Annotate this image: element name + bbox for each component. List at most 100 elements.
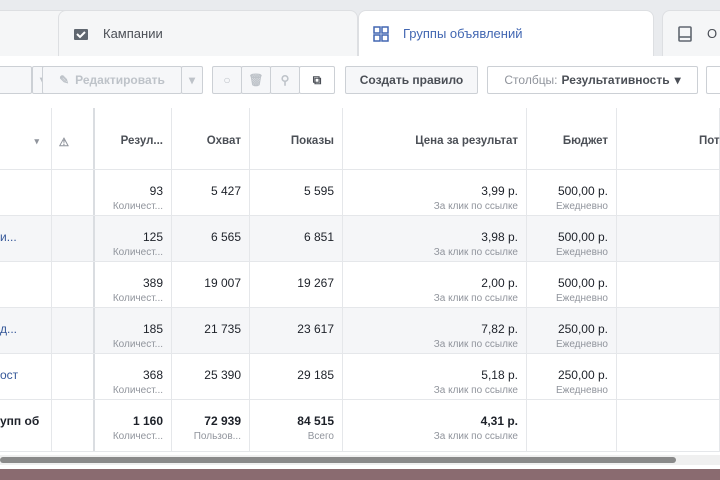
caret-down-icon: ▾ — [188, 73, 196, 87]
ad-set-name-link[interactable]: ост — [0, 368, 18, 382]
toolbar: ▾ ✎ Редактировать ▾ ○ 🗑 ⚲ ⧉ Создать прави… — [0, 56, 720, 108]
cell-potential — [617, 216, 720, 261]
cell-potential — [617, 308, 720, 353]
header-cost-per-result[interactable]: Цена за результат — [343, 108, 527, 169]
cell-subtext: За клик по ссылке — [433, 247, 518, 258]
cell-reach: 72 939 Пользов... — [172, 400, 250, 451]
cell-impressions: 5 595 — [250, 170, 343, 215]
table-row[interactable]: д... 185 Количест... 21 735 23 617 7,82 р. За … — [0, 308, 720, 354]
cell-name: упп об — [0, 400, 52, 451]
ad-set-name-link[interactable]: и... — [0, 230, 17, 244]
cell-subtext: За клик по ссылке — [433, 339, 518, 350]
cell-subtext: Ежедневно — [555, 201, 608, 212]
table-row[interactable]: и... 125 Количест... 6 565 6 851 3,98 р. За кл… — [0, 216, 720, 262]
cell-value: 19 007 — [204, 276, 241, 290]
cell-reach: 21 735 — [172, 308, 250, 353]
header-impressions[interactable]: Показы — [250, 108, 343, 169]
cell-reach: 6 565 — [172, 216, 250, 261]
cell-results: 125 Количест... — [95, 216, 172, 261]
cell-cost-per-result: 4,31 р. За клик по ссылке — [343, 400, 527, 451]
cell-value: 3,99 р. — [481, 184, 518, 198]
edit-dropdown-button[interactable]: ▾ — [181, 66, 203, 94]
cell-value: 2,00 р. — [481, 276, 518, 290]
ab-test-button[interactable]: ⚲ — [270, 66, 300, 94]
columns-value: Результативность — [561, 73, 670, 87]
cell-value: 389 — [142, 276, 163, 290]
edit-button[interactable]: ✎ Редактировать — [42, 66, 182, 94]
cell-value: 6 851 — [303, 230, 334, 244]
cell-value: 93 — [149, 184, 163, 198]
cell-potential — [617, 170, 720, 215]
cell-value: 5 427 — [210, 184, 241, 198]
cell-subtext: За клик по ссылке — [433, 431, 518, 442]
preview-button[interactable]: ⧉ — [299, 66, 335, 94]
cell-delivery — [52, 170, 95, 215]
tab-ads[interactable]: О — [662, 10, 720, 56]
sort-caret-icon[interactable]: ▾ — [34, 136, 43, 146]
cell-value: 3,98 р. — [481, 230, 518, 244]
cell-value: 72 939 — [204, 414, 241, 428]
cell-subtext: За клик по ссылке — [433, 293, 518, 304]
header-results[interactable]: Резул... — [95, 108, 172, 169]
cell-impressions: 19 267 — [250, 262, 343, 307]
scrollbar-thumb[interactable] — [0, 457, 676, 463]
header-reach[interactable]: Охват — [172, 108, 250, 169]
cell-results: 1 160 Количест... — [95, 400, 172, 451]
columns-dropdown[interactable]: Столбцы: Результативность ▾ — [487, 66, 698, 94]
cell-value: 368 — [142, 368, 163, 382]
ad-set-name-link[interactable]: д... — [0, 322, 17, 336]
delete-button[interactable]: 🗑 — [241, 66, 271, 94]
tab-campaigns[interactable]: Кампании — [58, 10, 358, 56]
cell-subtext: За клик по ссылке — [433, 385, 518, 396]
cell-cost-per-result: 3,99 р. За клик по ссылке — [343, 170, 527, 215]
cell-value: 25 390 — [204, 368, 241, 382]
cell-cost-per-result: 3,98 р. За клик по ссылке — [343, 216, 527, 261]
action-button[interactable] — [0, 66, 32, 94]
cell-name: д... — [0, 308, 52, 353]
cell-delivery — [52, 354, 95, 399]
horizontal-scrollbar[interactable] — [0, 455, 720, 465]
breakdown-button[interactable] — [706, 66, 720, 94]
chart-icon: ⧉ — [312, 72, 322, 87]
cell-results: 368 Количест... — [95, 354, 172, 399]
table-row[interactable]: 93 Количест... 5 427 5 595 3,99 р. За клик по… — [0, 170, 720, 216]
cell-value: 250,00 р. — [557, 322, 608, 336]
cell-value: 4,31 р. — [480, 414, 518, 428]
table-row[interactable]: 389 Количест... 19 007 19 267 2,00 р. За клик… — [0, 262, 720, 308]
cell-subtext: Количест... — [112, 385, 163, 396]
header-potential[interactable]: Пот — [617, 108, 720, 169]
window-bottom — [0, 469, 720, 480]
cell-subtext: Количест... — [112, 431, 163, 442]
cell-value: 84 515 — [297, 414, 334, 428]
edit-label: Редактировать — [75, 73, 165, 87]
cell-value: 125 — [142, 230, 163, 244]
header-budget[interactable]: Бюджет — [527, 108, 617, 169]
cell-subtext: Количест... — [112, 201, 163, 212]
cell-subtext: Количест... — [112, 247, 163, 258]
totals-row: упп об 1 160 Количест... 72 939 Пользов... 84… — [0, 400, 720, 452]
warning-icon: ⚠ — [58, 137, 69, 149]
cell-budget: 500,00 р. Ежедневно — [527, 262, 617, 307]
cell-name — [0, 170, 52, 215]
cell-name: ост — [0, 354, 52, 399]
cell-subtext: Количест... — [112, 339, 163, 350]
column-header-label: Охват — [206, 135, 241, 147]
column-header-label: Показы — [290, 135, 334, 147]
cell-value: 250,00 р. — [557, 368, 608, 382]
tab-ad-sets[interactable]: Группы объявлений — [358, 10, 654, 56]
pencil-icon: ✎ — [59, 73, 70, 87]
cell-subtext: Всего — [307, 431, 334, 442]
cell-reach: 5 427 — [172, 170, 250, 215]
cell-budget: 250,00 р. Ежедневно — [527, 308, 617, 353]
table-row[interactable]: ост 368 Количест... 25 390 29 185 5,18 р. За к… — [0, 354, 720, 400]
create-rule-button[interactable]: Создать правило — [345, 66, 478, 94]
cell-cost-per-result: 7,82 р. За клик по ссылке — [343, 308, 527, 353]
cell-value: 185 — [142, 322, 163, 336]
cell-value: 500,00 р. — [557, 184, 608, 198]
refresh-icon: ○ — [223, 73, 231, 87]
column-header-label: Цена за результат — [415, 135, 518, 147]
duplicate-button[interactable]: ○ — [212, 66, 242, 94]
cell-value: 7,82 р. — [481, 322, 518, 336]
cell-impressions: 29 185 — [250, 354, 343, 399]
tab-label: Кампании — [103, 26, 163, 41]
